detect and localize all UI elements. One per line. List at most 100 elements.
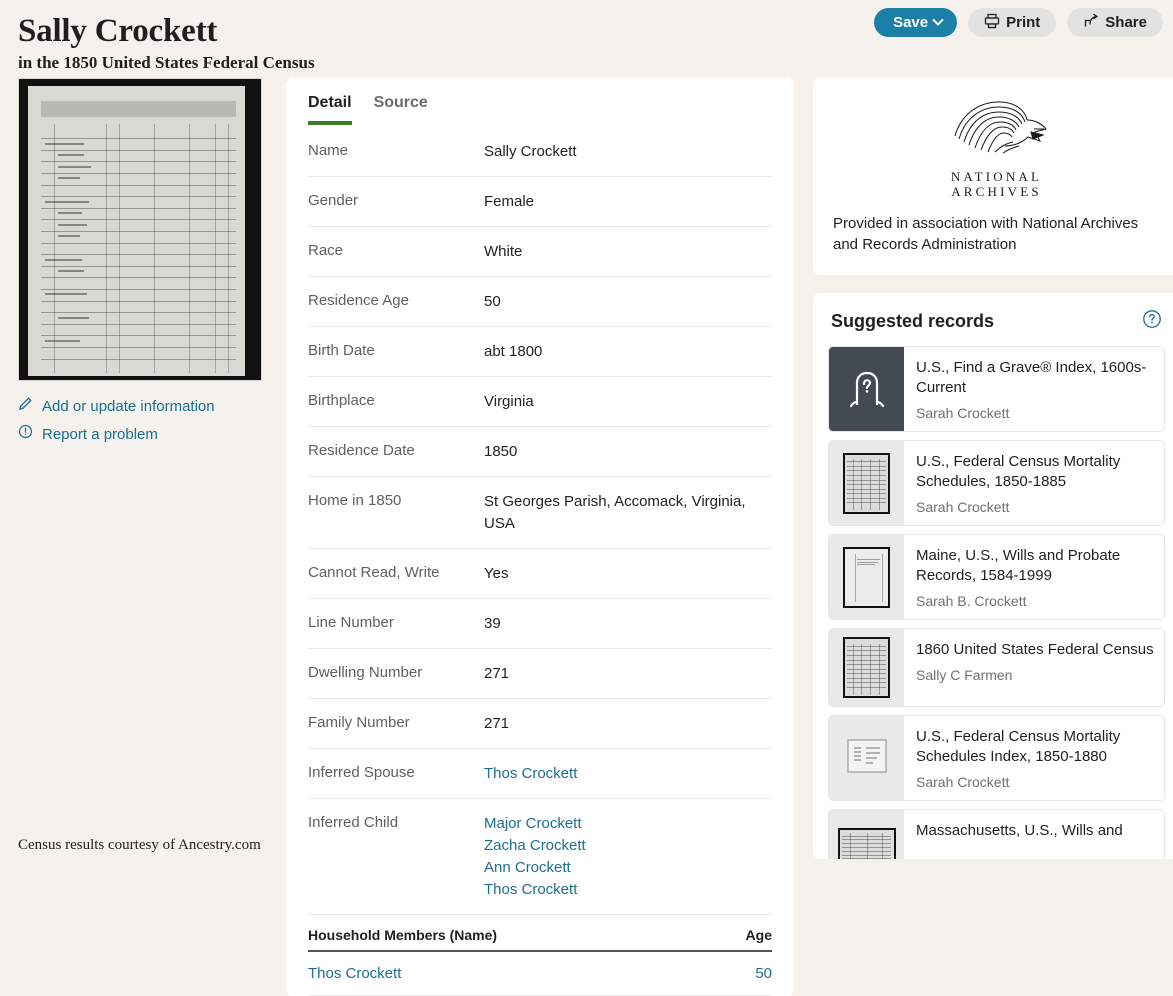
suggested-record-item[interactable]: U.S., Federal Census Mortality Schedules… bbox=[828, 440, 1165, 526]
suggested-record-body: U.S., Find a Grave® Index, 1600s-Current… bbox=[916, 347, 1164, 431]
suggested-records-title: Suggested records bbox=[831, 311, 995, 331]
share-icon bbox=[1083, 13, 1099, 33]
record-thumbnail bbox=[829, 347, 904, 431]
detail-row: Family Number 271 bbox=[308, 699, 772, 749]
detail-row: Line Number 39 bbox=[308, 599, 772, 649]
detail-row-label: Residence Age bbox=[308, 292, 409, 309]
printer-icon bbox=[984, 13, 1000, 33]
report-a-problem-link[interactable]: Report a problem bbox=[18, 421, 282, 449]
save-button-label: Save bbox=[893, 14, 929, 31]
detail-row-label: Family Number bbox=[308, 714, 410, 731]
suggested-record-person: Sarah Crockett bbox=[916, 405, 1010, 421]
chevron-down-icon bbox=[932, 14, 944, 26]
suggested-record-item[interactable]: Massachusetts, U.S., Wills and bbox=[828, 809, 1165, 859]
suggested-record-title: 1860 United States Federal Census bbox=[916, 641, 1154, 658]
detail-row: Inferred Child Major Crockett Zacha Crocke… bbox=[308, 799, 772, 915]
detail-row-label: Cannot Read, Write bbox=[308, 564, 440, 581]
suggested-record-item[interactable]: U.S., Federal Census Mortality Schedules… bbox=[828, 715, 1165, 801]
detail-row: Residence Date 1850 bbox=[308, 427, 772, 477]
share-button-label: Share bbox=[1105, 14, 1147, 31]
header-actions: Save Print Share bbox=[874, 8, 1163, 37]
detail-value-link[interactable]: Thos Crockett bbox=[484, 763, 772, 785]
census-image-ruling bbox=[28, 86, 245, 376]
suggested-record-item[interactable]: 1860 United States Federal Census Sally C… bbox=[828, 628, 1165, 707]
detail-value-link[interactable]: Major Crockett bbox=[484, 813, 772, 835]
detail-row-label: Home in 1850 bbox=[308, 492, 402, 509]
detail-rows: Name Sally Crockett Gender Female Race White R… bbox=[286, 125, 794, 915]
detail-row-label: Name bbox=[308, 142, 349, 159]
detail-row-value: Thos Crockett bbox=[484, 763, 772, 785]
detail-column: Detail Source Name Sally Crockett Gender Fe… bbox=[286, 78, 794, 996]
detail-tabs: Detail Source bbox=[286, 78, 794, 125]
suggested-record-item[interactable]: U.S., Find a Grave® Index, 1600s-Current… bbox=[828, 346, 1165, 432]
share-button[interactable]: Share bbox=[1067, 8, 1163, 37]
page-header: Sally Crockett in the 1850 United States… bbox=[0, 0, 1173, 78]
household-member-name[interactable]: Thos Crockett bbox=[308, 965, 401, 982]
detail-row-value: Virginia bbox=[484, 393, 534, 410]
detail-row-value: abt 1800 bbox=[484, 343, 543, 360]
document-book-image bbox=[837, 827, 896, 859]
national-archives-panel: NATIONAL ARCHIVES Provided in associatio… bbox=[813, 78, 1173, 275]
report-a-problem-label: Report a problem bbox=[42, 426, 158, 443]
save-button[interactable]: Save bbox=[874, 8, 958, 37]
national-archives-caption: Provided in association with National Ar… bbox=[833, 215, 1139, 253]
print-button-label: Print bbox=[1006, 14, 1041, 31]
table-row[interactable]: Thos Crockett 50 bbox=[308, 952, 772, 996]
suggested-record-body: U.S., Federal Census Mortality Schedules… bbox=[916, 716, 1164, 800]
record-thumbnail bbox=[829, 716, 904, 800]
detail-row: Residence Age 50 bbox=[308, 277, 772, 327]
detail-row: Home in 1850 St Georges Parish, Accomack,… bbox=[308, 477, 772, 549]
detail-row-label: Dwelling Number bbox=[308, 664, 423, 681]
detail-value-link[interactable]: Ann Crockett bbox=[484, 857, 772, 879]
household-table-header: Household Members (Name) Age bbox=[308, 927, 772, 952]
household-member-age: 50 bbox=[755, 965, 772, 982]
national-archives-wordmark-line1: NATIONAL bbox=[950, 169, 1043, 184]
add-or-update-information-link[interactable]: Add or update information bbox=[18, 393, 282, 421]
record-thumbnail bbox=[829, 629, 904, 706]
record-thumbnail bbox=[829, 535, 904, 619]
suggested-record-title: Massachusetts, U.S., Wills and bbox=[916, 822, 1123, 839]
household-members-table: Household Members (Name) Age Thos Crocke… bbox=[286, 915, 794, 996]
detail-row: Name Sally Crockett bbox=[308, 125, 772, 177]
census-image-paper bbox=[28, 86, 245, 376]
tab-source[interactable]: Source bbox=[374, 94, 428, 125]
detail-row-value: Major Crockett Zacha Crockett Ann Crockett… bbox=[484, 813, 772, 901]
detail-row-label: Inferred Child bbox=[308, 814, 399, 831]
suggested-record-body: 1860 United States Federal Census Sally C… bbox=[916, 629, 1164, 706]
record-thumbnail bbox=[829, 810, 904, 859]
suggested-record-person: Sarah B. Crockett bbox=[916, 593, 1027, 609]
suggested-record-item[interactable]: Maine, U.S., Wills and Probate Records, … bbox=[828, 534, 1165, 620]
eagle-icon bbox=[943, 96, 1051, 169]
detail-row-label: Line Number bbox=[308, 614, 394, 631]
detail-value-link[interactable]: Zacha Crockett bbox=[484, 835, 772, 857]
detail-row-value: 271 bbox=[484, 715, 510, 732]
detail-row-value: Sally Crockett bbox=[484, 143, 577, 160]
page-layout: Add or update information Report a probl… bbox=[0, 78, 1173, 996]
suggested-record-title: Maine, U.S., Wills and Probate Records, … bbox=[916, 547, 1121, 584]
detail-row: Birth Date abt 1800 bbox=[308, 327, 772, 377]
tab-detail[interactable]: Detail bbox=[308, 94, 352, 125]
page-subtitle: in the 1850 United States Federal Census bbox=[18, 53, 315, 72]
detail-row-value: White bbox=[484, 243, 523, 260]
right-column: NATIONAL ARCHIVES Provided in associatio… bbox=[813, 78, 1173, 859]
detail-row: Gender Female bbox=[308, 177, 772, 227]
detail-row-value: 271 bbox=[484, 665, 510, 682]
detail-row: Cannot Read, Write Yes bbox=[308, 549, 772, 599]
suggested-record-person: Sally C Farmen bbox=[916, 667, 1013, 683]
suggested-record-body: U.S., Federal Census Mortality Schedules… bbox=[916, 441, 1164, 525]
index-card-icon bbox=[846, 738, 887, 778]
suggested-records-panel: Suggested records U.S., Find a Grave® In… bbox=[813, 293, 1173, 859]
detail-value-link[interactable]: Thos Crockett bbox=[484, 879, 772, 901]
document-scan-image bbox=[843, 637, 890, 698]
household-col-name: Household Members (Name) bbox=[308, 927, 498, 943]
detail-row-value: 39 bbox=[484, 615, 501, 632]
help-circle-icon[interactable] bbox=[1142, 309, 1162, 334]
household-col-age: Age bbox=[745, 927, 772, 943]
detail-row-value: 50 bbox=[484, 293, 501, 310]
print-button[interactable]: Print bbox=[968, 8, 1057, 37]
detail-row-label: Inferred Spouse bbox=[308, 764, 415, 781]
record-thumbnail bbox=[829, 441, 904, 525]
pencil-icon bbox=[18, 393, 33, 421]
suggested-records-list: U.S., Find a Grave® Index, 1600s-Current… bbox=[828, 346, 1165, 859]
census-image-thumbnail[interactable] bbox=[18, 78, 262, 381]
